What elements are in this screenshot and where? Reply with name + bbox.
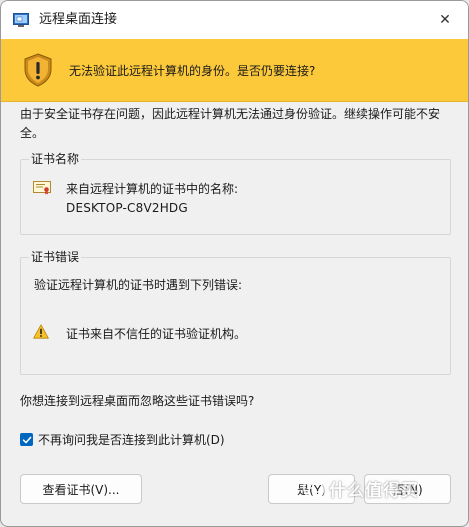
title-bar: 远程桌面连接 ✕	[1, 1, 468, 39]
ignore-errors-question: 你想连接到远程桌面而忽略这些证书错误吗?	[20, 394, 255, 408]
certificate-name-value: DESKTOP-C8V2HDG	[66, 201, 188, 215]
warning-icon	[33, 324, 49, 339]
certificate-name-group: 证书名称 来自远程计算机的证书中的名称: DESKTOP-C8V2HDG	[20, 151, 451, 235]
yes-button[interactable]: 是(Y)	[268, 474, 355, 504]
checkmark-icon	[22, 436, 31, 443]
security-warning-shield-icon	[24, 53, 52, 87]
close-button[interactable]: ✕	[422, 1, 468, 39]
remote-desktop-app-icon	[13, 13, 29, 27]
close-icon: ✕	[439, 12, 451, 28]
dont-ask-again-label: 不再询问我是否连接到此计算机(D)	[38, 433, 225, 447]
intro-text: 由于安全证书存在问题，因此远程计算机无法通过身份验证。继续操作可能不安全。	[20, 107, 441, 140]
banner-message: 无法验证此远程计算机的身份。是否仍要连接?	[69, 64, 316, 78]
certificate-name-group-title: 证书名称	[29, 151, 82, 167]
warning-banner: 无法验证此远程计算机的身份。是否仍要连接?	[1, 39, 468, 102]
view-certificate-button[interactable]: 查看证书(V)...	[20, 474, 142, 504]
dont-ask-again-checkbox-row[interactable]: 不再询问我是否连接到此计算机(D)	[20, 431, 225, 448]
dont-ask-again-checkbox[interactable]	[20, 433, 33, 446]
certificate-error-intro: 验证远程计算机的证书时遇到下列错误:	[34, 278, 243, 292]
certificate-icon	[33, 181, 51, 195]
certificate-name-label: 来自远程计算机的证书中的名称:	[66, 182, 239, 196]
no-button[interactable]: 否(N)	[364, 474, 451, 504]
certificate-error-group: 证书错误 验证远程计算机的证书时遇到下列错误: 证书来自不信任的证书验证机构。	[20, 249, 451, 375]
certificate-error-item: 证书来自不信任的证书验证机构。	[66, 327, 247, 341]
remote-desktop-dialog: 远程桌面连接 ✕ 无法验证此远程计算机的身份。是否仍要连接? 由于安全证书存在问…	[0, 0, 469, 527]
window-title: 远程桌面连接	[39, 12, 118, 27]
certificate-error-group-title: 证书错误	[29, 249, 82, 265]
